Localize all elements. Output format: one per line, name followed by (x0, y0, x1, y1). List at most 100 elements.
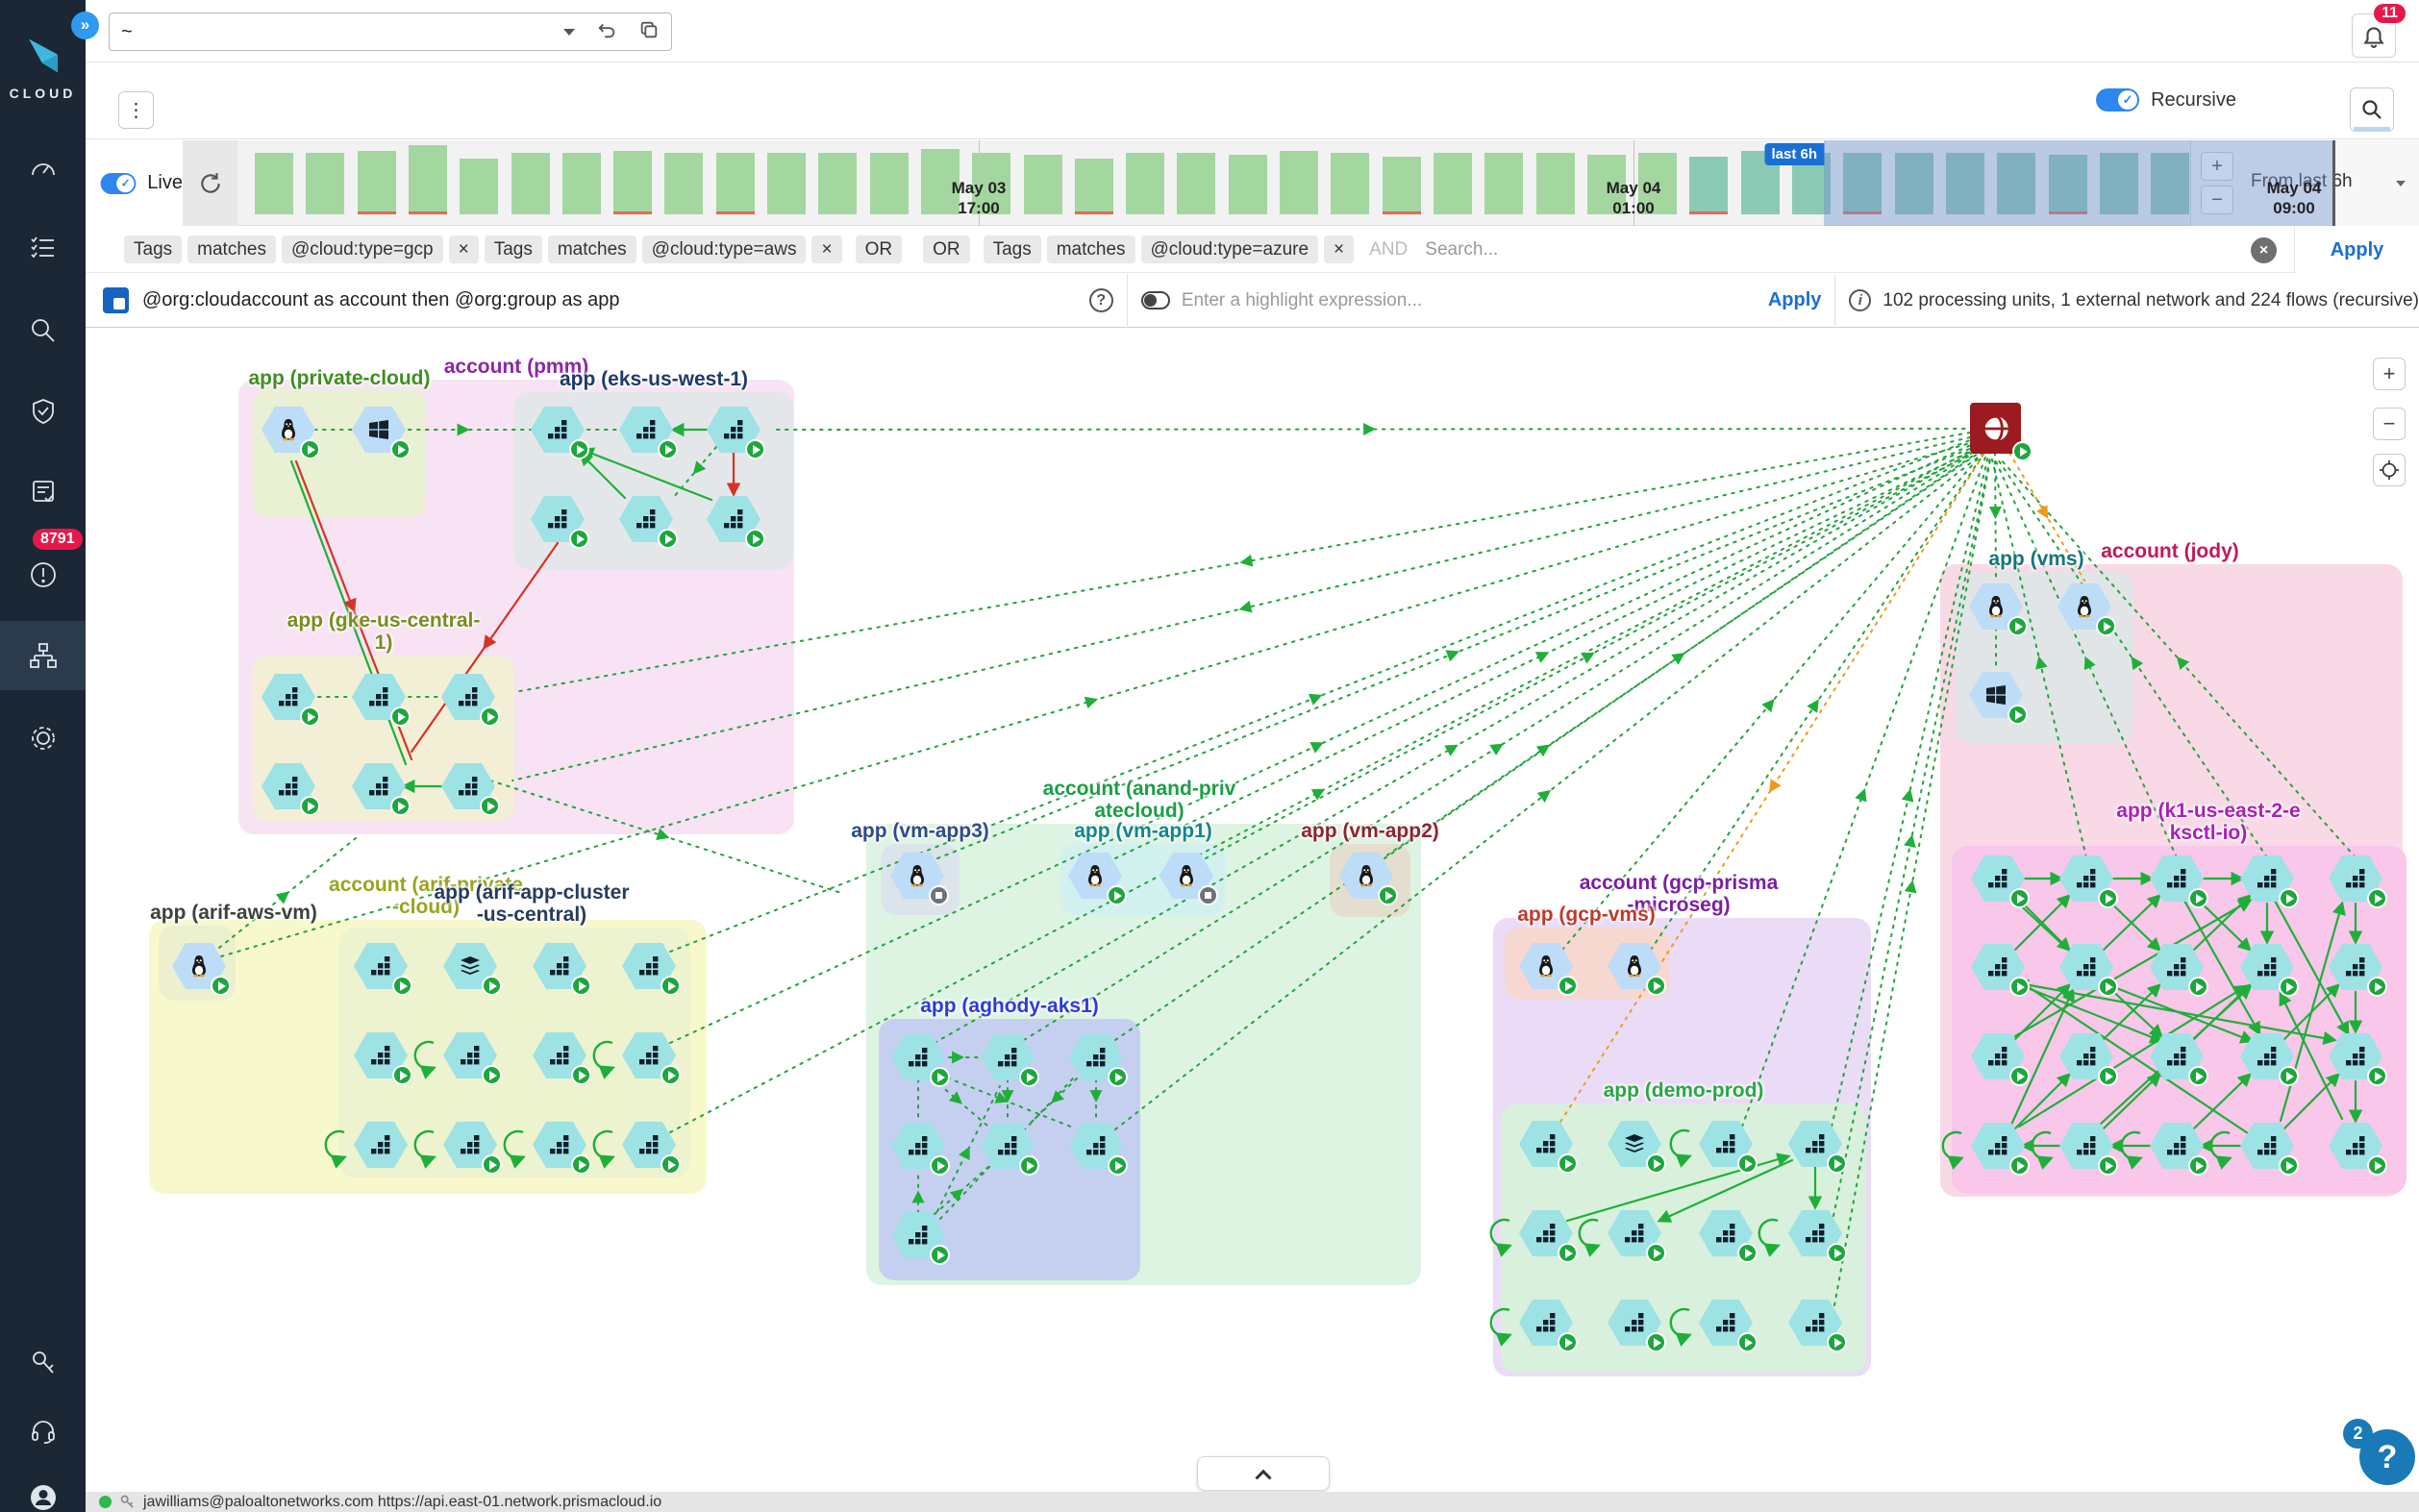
workspace-selector[interactable]: ~ (109, 12, 672, 51)
filter-field-pill[interactable]: Tags (485, 235, 542, 263)
filter-op-pill[interactable]: matches (548, 235, 636, 263)
group-label-app-demo-prod: app (demo-prod) (1604, 1079, 1764, 1102)
filter-apply-button[interactable]: Apply (2294, 227, 2419, 273)
histogram-bar[interactable] (716, 153, 755, 214)
speedometer-icon (28, 154, 59, 185)
histogram-bar[interactable] (358, 151, 396, 214)
query-expression[interactable]: @org:cloudaccount as account then @org:g… (142, 289, 619, 311)
running-badge (1646, 976, 1666, 996)
clear-filters-button[interactable]: × (2251, 237, 2277, 263)
sidebar-expand-button[interactable]: » (71, 12, 99, 39)
toolbar-row: ⋮ ✓ Recursive (86, 63, 2419, 139)
report-check-icon (28, 477, 59, 508)
histogram-bar[interactable] (511, 153, 550, 214)
sidebar-item-search[interactable] (0, 296, 86, 365)
histogram-bar[interactable] (1484, 153, 1523, 214)
graph-stats-text: 102 processing units, 1 external network… (1883, 290, 2419, 311)
filter-remove-pill[interactable]: × (811, 235, 841, 263)
workspace-value: ~ (121, 21, 133, 43)
histogram-bar[interactable] (460, 159, 498, 214)
filter-field-pill[interactable]: Tags (124, 235, 182, 263)
filter-field-pill[interactable]: Tags (984, 235, 1041, 263)
histogram-bar[interactable] (409, 145, 447, 214)
running-badge (1558, 976, 1578, 996)
sidebar-item-speedometer[interactable] (0, 135, 86, 204)
more-options-button[interactable]: ⋮ (118, 91, 154, 129)
histogram-bar[interactable] (1383, 157, 1421, 214)
running-badge (2279, 888, 2299, 908)
filter-search-input[interactable]: Search... (1425, 239, 1498, 260)
histogram-bar[interactable] (1024, 155, 1062, 214)
filter-value-pill[interactable]: @cloud:type=aws (642, 235, 807, 263)
filter-value-pill[interactable]: @cloud:type=gcp (282, 235, 443, 263)
topology-canvas[interactable]: account (pmm)app (private-cloud)app (eks… (86, 329, 2419, 1492)
histogram-bar[interactable] (1689, 157, 1728, 214)
sidebar-item-shield-check[interactable] (0, 377, 86, 446)
histogram-bar[interactable] (613, 151, 652, 214)
collapse-panel-button[interactable] (1197, 1456, 1330, 1491)
highlight-expression-input[interactable]: Enter a highlight expression... (1182, 290, 1768, 311)
histogram-bar[interactable] (306, 153, 344, 214)
histogram-bar[interactable] (255, 153, 293, 214)
running-badge (392, 976, 412, 996)
sidebar-item-gear[interactable] (0, 704, 86, 773)
query-help-icon[interactable]: ? (1089, 288, 1113, 312)
group-label-app-gcp-vms: app (gcp-vms) (1517, 904, 1656, 926)
highlight-toggle[interactable] (1141, 291, 1170, 310)
filter-bar: Tagsmatches@cloud:type=gcp×Tagsmatches@c… (86, 227, 2419, 273)
copy-icon[interactable] (638, 19, 660, 45)
running-badge (2188, 888, 2208, 908)
histogram-bar[interactable] (562, 153, 601, 214)
undo-icon[interactable] (596, 19, 617, 45)
sidebar-item-key[interactable] (0, 1328, 86, 1398)
search-button[interactable] (2350, 87, 2394, 132)
running-badge (2009, 1155, 2030, 1176)
sidebar-item-network[interactable] (0, 621, 86, 690)
selected-time-range[interactable] (1824, 140, 2335, 226)
crosshair-icon (2379, 459, 2400, 481)
running-badge (2188, 977, 2208, 997)
filter-value-pill[interactable]: @cloud:type=azure (1141, 235, 1319, 263)
histogram-bar[interactable] (1536, 153, 1575, 214)
histogram-bar[interactable] (1331, 153, 1369, 214)
sidebar-item-user[interactable] (0, 1463, 86, 1512)
running-badge (480, 796, 500, 816)
filter-remove-pill[interactable]: × (1324, 235, 1354, 263)
logo-icon (22, 37, 64, 75)
activity-histogram[interactable]: May 03 17:00May 04 01:00May 04 09:00last… (237, 140, 2190, 226)
histogram-bar[interactable] (1177, 153, 1215, 214)
filter-remove-pill[interactable]: × (449, 235, 479, 263)
histogram-bar[interactable] (818, 153, 857, 214)
canvas-zoom-in-button[interactable]: + (2373, 358, 2406, 390)
histogram-bar[interactable] (1229, 155, 1267, 214)
running-badge (1737, 1153, 1758, 1174)
divider (1127, 274, 1128, 328)
histogram-bar[interactable] (1434, 153, 1472, 214)
histogram-bar[interactable] (870, 153, 909, 214)
stopped-badge (929, 885, 949, 905)
histogram-bar[interactable] (767, 153, 806, 214)
histogram-bar[interactable] (664, 153, 703, 214)
shield-check-icon (28, 396, 59, 427)
filter-op-pill[interactable]: matches (187, 235, 276, 263)
filter-joiner-pill[interactable]: OR (923, 235, 970, 263)
histogram-bar[interactable] (1126, 153, 1164, 214)
running-badge (745, 439, 765, 459)
recursive-toggle[interactable]: ✓ (2096, 88, 2139, 112)
sidebar-item-checklist[interactable] (0, 213, 86, 283)
sidebar-item-report-check[interactable] (0, 458, 86, 527)
live-toggle[interactable]: ✓ (101, 172, 137, 193)
histogram-bar[interactable] (1075, 159, 1113, 214)
sidebar-item-headset[interactable] (0, 1396, 86, 1465)
canvas-recenter-button[interactable] (2373, 454, 2406, 486)
running-badge (1827, 1332, 1847, 1352)
query-apply-button[interactable]: Apply (1768, 289, 1822, 311)
filter-op-pill[interactable]: matches (1047, 235, 1135, 263)
sidebar-item-alert[interactable]: 8791 (0, 540, 86, 609)
histogram-bar[interactable] (1280, 151, 1318, 214)
refresh-button[interactable] (183, 140, 237, 226)
filter-joiner-pill[interactable]: OR (856, 235, 903, 263)
running-badge (2009, 977, 2030, 997)
canvas-zoom-out-button[interactable]: − (2373, 408, 2406, 440)
running-badge (930, 1245, 950, 1265)
